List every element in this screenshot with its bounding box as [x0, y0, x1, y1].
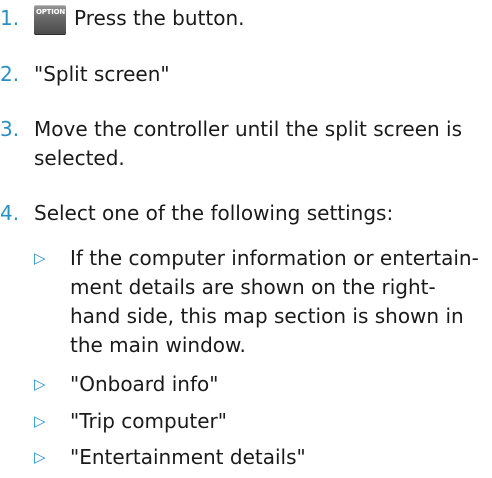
- sub-text-line-1: If the computer information or entertain…: [70, 246, 479, 270]
- step-text: Select one of the following settings:: [34, 201, 394, 225]
- step-text-line-1: Move the controller until the split scre…: [34, 117, 463, 141]
- sub-text: "Trip computer": [70, 409, 227, 433]
- sub-text-line-3: hand side, this map section is shown in: [70, 304, 464, 328]
- step-number: 4.: [0, 201, 20, 225]
- step-number: 2.: [0, 62, 20, 86]
- step-2: 2. "Split screen": [0, 60, 492, 90]
- triangle-bullet-icon: ▷: [34, 412, 46, 430]
- step-text: Press the button.: [74, 6, 245, 30]
- option-button-icon: OPTION: [34, 5, 66, 35]
- sub-item-3: ▷ "Trip computer": [34, 407, 492, 437]
- sub-text-line-2: ment details are shown on the right-: [70, 275, 436, 299]
- sub-item-1: ▷ If the computer information or enterta…: [34, 244, 492, 364]
- triangle-bullet-icon: ▷: [34, 249, 46, 267]
- triangle-bullet-icon: ▷: [34, 448, 46, 466]
- step-number: 3.: [0, 117, 20, 141]
- step-4: 4. Select one of the following settings:: [0, 199, 492, 229]
- step-3: 3. Move the controller until the split s…: [0, 115, 492, 175]
- sub-text: "Onboard info": [70, 372, 219, 396]
- triangle-bullet-icon: ▷: [34, 375, 46, 393]
- step-text: "Split screen": [34, 62, 170, 86]
- step-number: 1.: [0, 6, 20, 30]
- step-text-line-2: selected.: [34, 146, 125, 170]
- sub-text-line-4: the main window.: [70, 333, 246, 357]
- step-1: 1. OPTION Press the button.: [0, 4, 492, 36]
- sub-item-2: ▷ "Onboard info": [34, 370, 492, 400]
- sub-item-4: ▷ "Entertainment details": [34, 443, 492, 473]
- sub-text: "Entertainment details": [70, 445, 306, 469]
